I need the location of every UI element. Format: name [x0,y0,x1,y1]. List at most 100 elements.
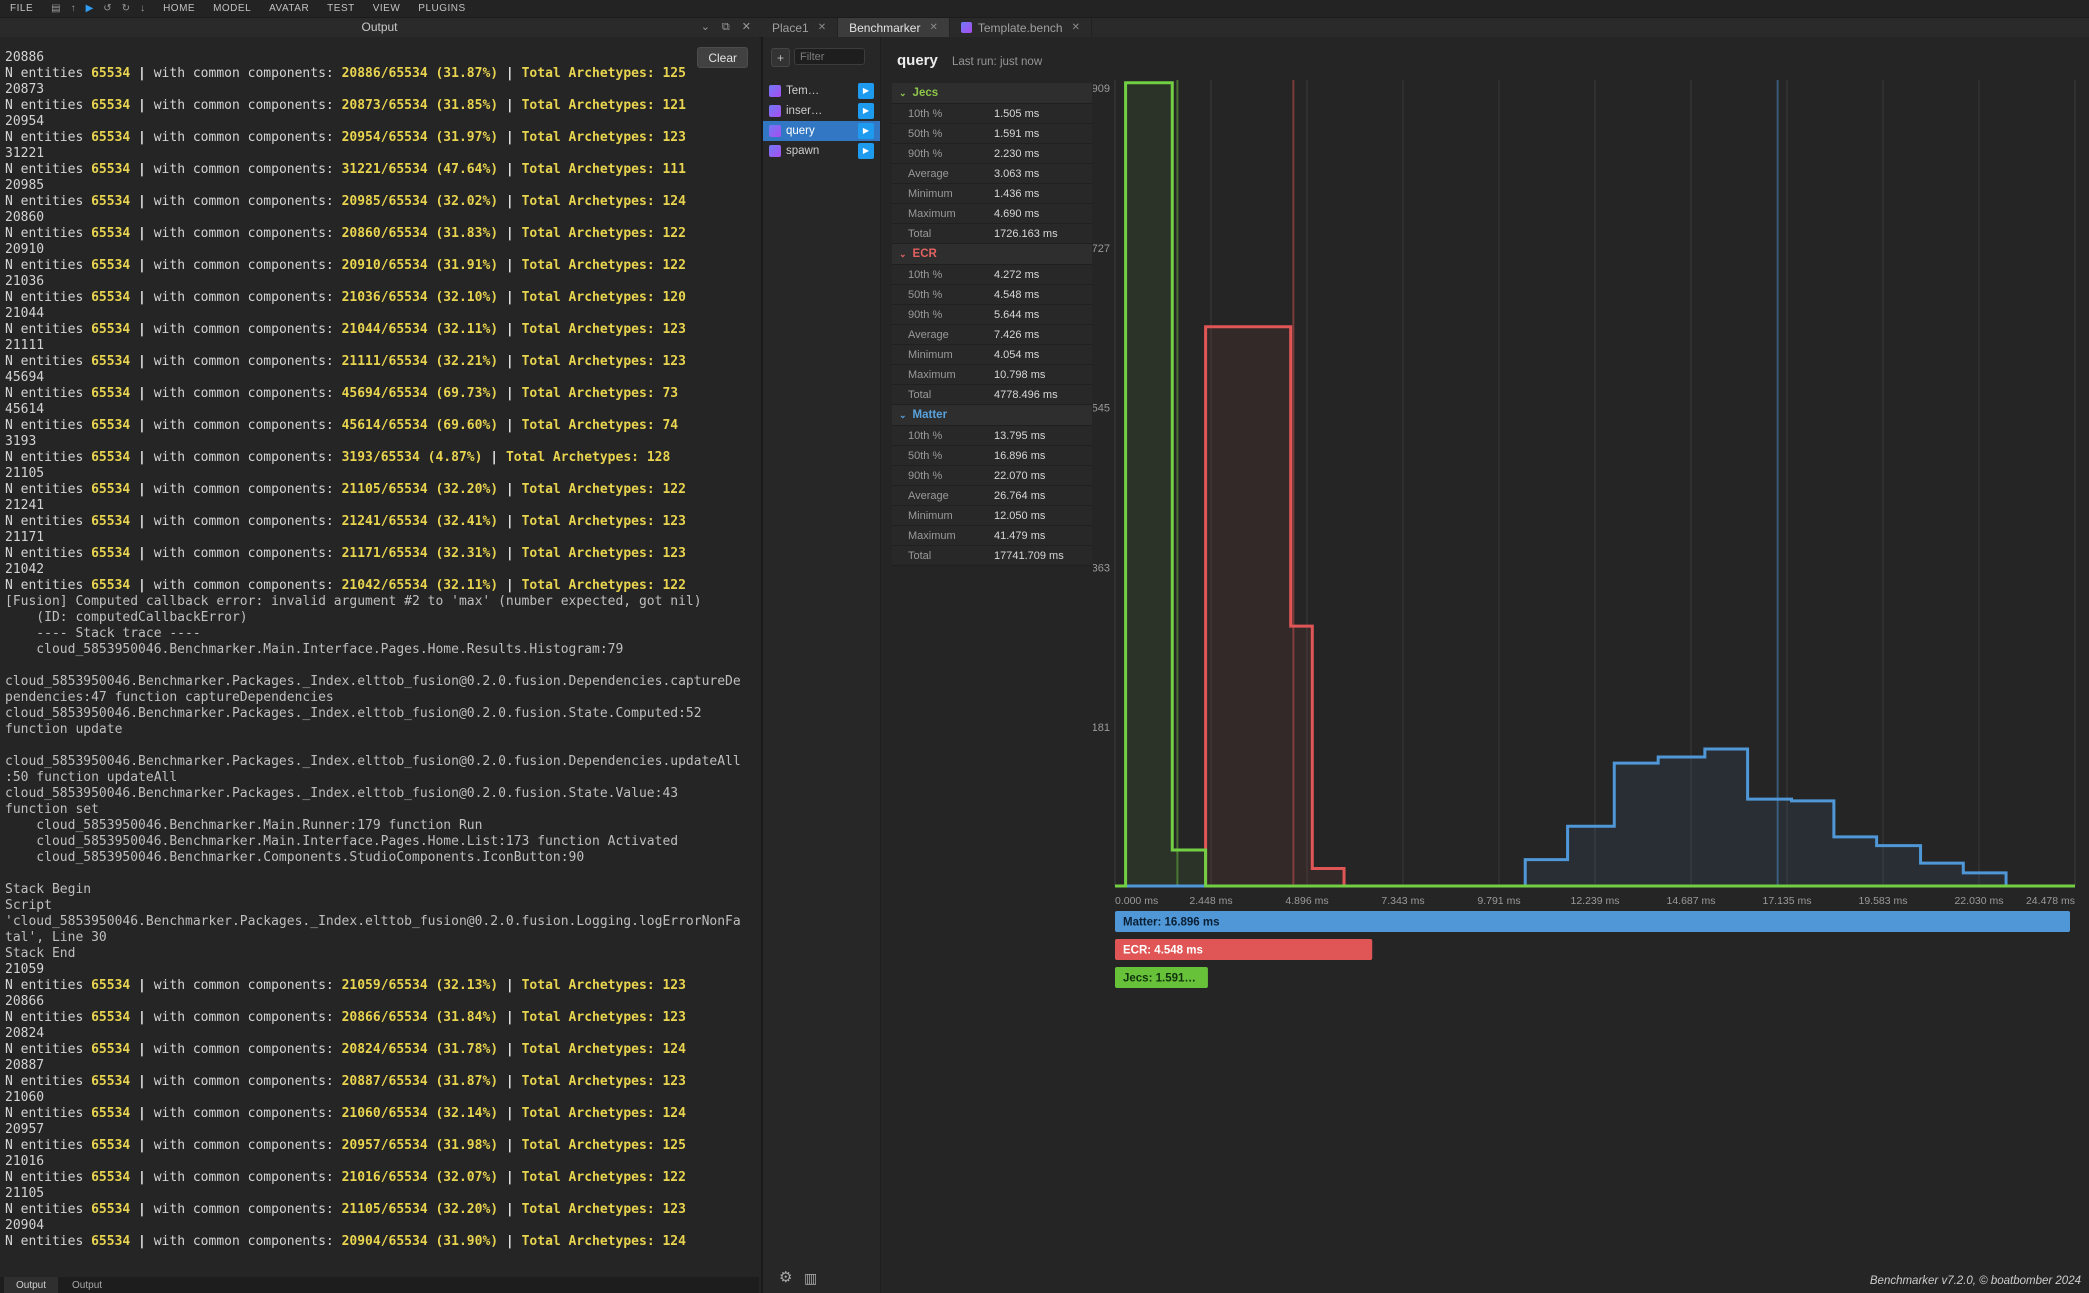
plugin-credit: Benchmarker v7.2.0, © boatbomber 2024 [1870,1275,2081,1287]
clear-output-button[interactable]: Clear [697,47,748,68]
console-text: 65534 [91,418,130,433]
console-line: tal', Line 30 [5,930,759,946]
stats-section-header[interactable]: ⌄ECR [892,244,1092,265]
console-text: | [498,354,521,369]
doc-tab[interactable]: Place1✕ [761,18,838,37]
stat-value: 22.070 ms [994,470,1045,482]
console-line: N entities 65534 | with common component… [5,1042,759,1058]
console-text: | [498,1234,521,1249]
close-icon[interactable]: ✕ [742,22,751,33]
run-benchmark-button[interactable]: ▶ [858,143,874,159]
console-text: with common components: [154,1042,342,1057]
console-text: 21059/65534 (32.13%) [342,978,499,993]
add-benchmark-button[interactable]: + [771,48,790,67]
doc-tab[interactable]: Benchmarker✕ [838,18,950,37]
console-line: N entities 65534 | with common component… [5,1138,759,1154]
benchmark-item[interactable]: inser…▶ [763,101,880,121]
console-text: with common components: [154,1202,342,1217]
console-text: 20887 [5,1058,44,1073]
new-file-icon[interactable]: ▤ [51,4,60,14]
close-icon[interactable]: ✕ [1072,22,1080,33]
stat-row: 50th %16.896 ms [892,446,1092,466]
dock-status-bar: OutputOutput [0,1277,759,1293]
console-text: 3193/65534 (4.87%) [342,450,483,465]
menu-file[interactable]: FILE [10,3,33,14]
menu-avatar[interactable]: AVATAR [269,3,309,14]
console-text: 21016 [5,1154,44,1169]
menu-plugins[interactable]: PLUGINS [418,3,465,14]
chart-text: 2.448 ms [1189,895,1232,907]
docs-panel-icon[interactable]: ▥ [804,1271,817,1285]
status-tab-output[interactable]: Output [60,1277,114,1293]
console-text: 20985/65534 (32.02%) [342,194,499,209]
stats-section-header[interactable]: ⌄Jecs [892,83,1092,104]
doc-tab[interactable]: Template.bench✕ [950,18,1092,37]
console-text: 21241 [5,498,44,513]
publish-icon[interactable]: ↑ [71,4,76,14]
menu-view[interactable]: VIEW [373,3,401,14]
chart-text: 12.239 ms [1570,895,1619,907]
status-tab-output[interactable]: Output [4,1277,58,1293]
console-text: 20954/65534 (31.97%) [342,130,499,145]
stat-value: 2.230 ms [994,148,1039,160]
stat-row: Average3.063 ms [892,164,1092,184]
benchmark-item[interactable]: Tem…▶ [763,81,880,101]
console-text: | [498,418,521,433]
stat-label: Total [892,550,994,562]
console-text: | [130,322,153,337]
console-text: | [130,354,153,369]
undo-icon[interactable]: ↺ [103,4,111,14]
console-text: 65534 [91,482,130,497]
console-text: | [130,1202,153,1217]
console-text: Total Archetypes: 123 [522,322,686,337]
console-line: 21111 [5,338,759,354]
console-text: 65534 [91,322,130,337]
menu-home[interactable]: HOME [163,3,195,14]
stat-row: 10th %4.272 ms [892,265,1092,285]
run-benchmark-button[interactable]: ▶ [858,123,874,139]
output-console[interactable]: Clear 20886N entities 65534 | with commo… [0,37,759,1277]
console-text: | [498,226,521,241]
console-text: 20860 [5,210,44,225]
gear-icon[interactable]: ⚙ [779,1270,792,1285]
stat-row: 90th %22.070 ms [892,466,1092,486]
stat-label: 90th % [892,309,994,321]
stat-value: 13.795 ms [994,430,1045,442]
menu-test[interactable]: TEST [327,3,355,14]
console-text: 21016/65534 (32.07%) [342,1170,499,1185]
benchmark-item[interactable]: spawn▶ [763,141,880,161]
console-text: | [130,66,153,81]
console-text: N entities [5,1106,91,1121]
console-text: Total Archetypes: 121 [522,98,686,113]
stat-label: Average [892,490,994,502]
menu-model[interactable]: MODEL [213,3,251,14]
chart-text: 24.478 ms [2026,895,2075,907]
popout-icon[interactable]: ⧉ [722,22,730,33]
redo-icon[interactable]: ↻ [122,4,130,14]
console-text: | [130,578,153,593]
run-benchmark-button[interactable]: ▶ [858,103,874,119]
close-icon[interactable]: ✕ [929,22,937,33]
run-benchmark-button[interactable]: ▶ [858,83,874,99]
filter-input[interactable] [794,48,865,65]
console-text: 45694 [5,370,44,385]
console-text: Total Archetypes: 123 [522,1202,686,1217]
benchmark-item[interactable]: query▶ [763,121,880,141]
console-text: 20957/65534 (31.98%) [342,1138,499,1153]
stat-label: 10th % [892,269,994,281]
console-text: | [498,546,521,561]
play-icon[interactable]: ▶ [86,4,94,14]
console-line: [Fusion] Computed callback error: invali… [5,594,759,610]
close-icon[interactable]: ✕ [818,22,826,33]
chevron-down-icon[interactable]: ⌄ [701,22,710,33]
download-icon[interactable]: ↓ [140,4,145,14]
chart-text: 4.896 ms [1285,895,1328,907]
stats-section-header[interactable]: ⌄Matter [892,405,1092,426]
stat-row: Minimum1.436 ms [892,184,1092,204]
stats-panel: ⌄Jecs10th %1.505 ms50th %1.591 ms90th %2… [892,83,1092,566]
console-text: Total Archetypes: 120 [522,290,686,305]
console-text: 65534 [91,1202,130,1217]
console-line: 21241 [5,498,759,514]
console-line: 20860 [5,210,759,226]
stat-label: Minimum [892,349,994,361]
